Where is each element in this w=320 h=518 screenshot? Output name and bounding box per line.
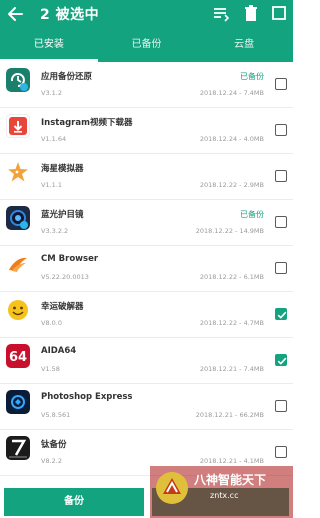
app-name: 蓝光护目镜	[41, 210, 84, 220]
app-date-size: 2018.12.21 - 4.1MB	[199, 457, 264, 465]
select-checkbox[interactable]	[275, 446, 287, 458]
back-icon[interactable]	[4, 3, 26, 25]
list-item[interactable]: Photoshop Express V5.8.561 2018.12.21 - …	[0, 384, 293, 430]
app-version: V3.1.2	[41, 89, 62, 97]
instagram-downloader-icon	[6, 114, 30, 138]
list-item[interactable]: 64 AIDA64 V1.58 2018.12.21 - 7.4MB	[0, 338, 293, 384]
list-item[interactable]: 幸运破解器 V8.0.0 2018.12.22 - 4.7MB	[0, 292, 293, 338]
select-checkbox[interactable]	[275, 354, 287, 366]
app-date-size: 2018.12.24 - 4.0MB	[199, 135, 264, 143]
app-name: 海星模拟器	[41, 164, 84, 174]
app-date-size: 2018.12.22 - 6.1MB	[199, 273, 264, 281]
watermark: 八神智能天下 zntx.cc	[150, 466, 293, 518]
filter-list-icon[interactable]	[212, 4, 230, 22]
list-item[interactable]: CM Browser V5.22.20.0013 2018.12.22 - 6.…	[0, 246, 293, 292]
watermark-title: 八神智能天下	[194, 473, 267, 487]
list-item[interactable]: 蓝光护目镜 已备份 V3.3.2.2 2018.12.22 - 14.9MB	[0, 200, 293, 246]
app-version: V8.0.0	[41, 319, 62, 327]
app-date-size: 2018.12.22 - 4.7MB	[199, 319, 264, 327]
app-name: 幸运破解器	[41, 302, 84, 312]
select-checkbox[interactable]	[275, 124, 287, 136]
checkmark-icon	[277, 311, 287, 319]
cm-browser-icon	[6, 252, 30, 276]
svg-text:64: 64	[9, 350, 27, 365]
select-checkbox[interactable]	[275, 262, 287, 274]
app-name: 钛备份	[41, 440, 67, 450]
app-name: Instagram视频下载器	[41, 118, 133, 128]
app-version: V8.2.2	[41, 457, 62, 465]
tab-cloud[interactable]: 云盘	[195, 34, 293, 62]
app-date-size: 2018.12.22 - 14.9MB	[195, 227, 264, 235]
select-all-icon[interactable]	[270, 4, 288, 22]
app-name: CM Browser	[41, 254, 99, 264]
list-item[interactable]: 应用备份还原 已备份 V3.1.2 2018.12.24 - 7.4MB	[0, 62, 293, 108]
title-row: 2 被选中	[0, 0, 293, 28]
app-name: Photoshop Express	[41, 392, 133, 402]
select-checkbox[interactable]	[275, 170, 287, 182]
app-version: V3.3.2.2	[41, 227, 69, 235]
tab-bar: 已安装 已备份 云盘	[0, 34, 293, 62]
app-version: V1.1.64	[41, 135, 67, 143]
delete-icon[interactable]	[242, 4, 260, 22]
photoshop-express-icon	[6, 390, 30, 414]
select-checkbox[interactable]	[275, 400, 287, 412]
smiley-icon	[6, 298, 30, 322]
app-date-size: 2018.12.22 - 2.9MB	[199, 181, 264, 189]
eye-filter-icon	[6, 206, 30, 230]
app-version: V1.58	[41, 365, 60, 373]
app-version: V5.22.20.0013	[41, 273, 89, 281]
app-name: AIDA64	[41, 346, 77, 356]
tab-installed[interactable]: 已安装	[0, 34, 98, 62]
backed-up-badge: 已备份	[240, 210, 264, 219]
watermark-url: zntx.cc	[210, 491, 239, 500]
selection-count-title: 2 被选中	[40, 7, 100, 23]
app-version: V5.8.561	[41, 411, 71, 419]
app-version: V1.1.1	[41, 181, 62, 189]
select-checkbox[interactable]	[275, 308, 287, 320]
starfish-icon	[6, 160, 30, 184]
titanium-backup-icon	[6, 436, 30, 460]
backup-button[interactable]: 备份	[4, 488, 144, 516]
backed-up-badge: 已备份	[240, 72, 264, 81]
app-bar: 2 被选中 已安装 已备份 云盘	[0, 0, 293, 62]
select-checkbox[interactable]	[275, 78, 287, 90]
aida64-icon: 64	[6, 344, 30, 368]
select-checkbox[interactable]	[275, 216, 287, 228]
list-item[interactable]: 海星模拟器 V1.1.1 2018.12.22 - 2.9MB	[0, 154, 293, 200]
checkmark-icon	[277, 357, 287, 365]
app-name: 应用备份还原	[41, 72, 93, 82]
tab-backed-up[interactable]: 已备份	[98, 34, 196, 62]
backup-restore-icon	[6, 68, 30, 92]
brand-logo-icon	[154, 470, 190, 506]
app-date-size: 2018.12.24 - 7.4MB	[199, 89, 264, 97]
app-date-size: 2018.12.21 - 66.2MB	[195, 411, 264, 419]
list-item[interactable]: Instagram视频下载器 V1.1.64 2018.12.24 - 4.0M…	[0, 108, 293, 154]
app-date-size: 2018.12.21 - 7.4MB	[199, 365, 264, 373]
